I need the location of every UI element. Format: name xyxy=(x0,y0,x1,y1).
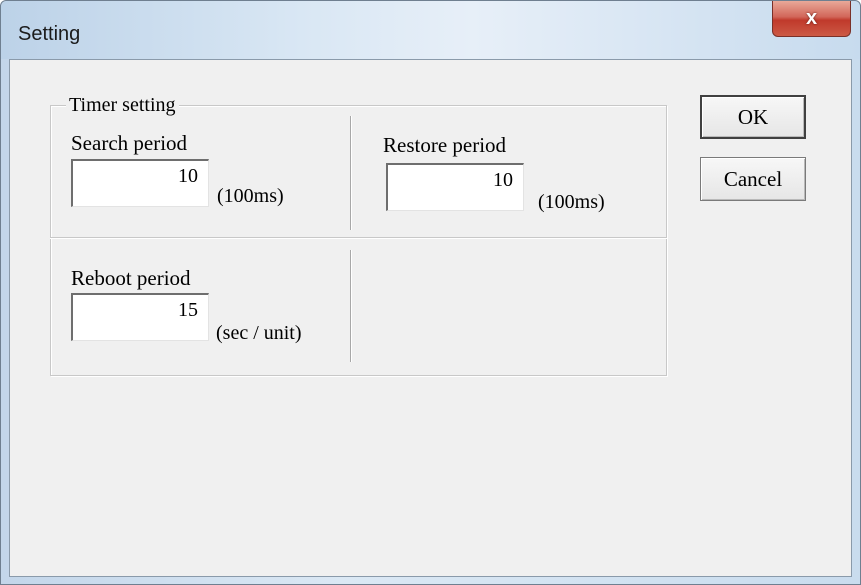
reboot-period-input[interactable] xyxy=(71,293,209,341)
group-column-divider-bottom xyxy=(350,250,352,362)
group-column-divider-top xyxy=(350,116,352,230)
title-bar[interactable]: Setting x xyxy=(1,1,860,59)
close-icon: x xyxy=(805,7,818,29)
restore-period-input[interactable] xyxy=(386,163,524,211)
dialog-client-area: Timer setting Search period (100ms) Rest… xyxy=(9,59,852,577)
setting-dialog: Setting x Timer setting Search period (1… xyxy=(0,0,861,585)
search-period-input[interactable] xyxy=(71,159,209,207)
search-period-unit: (100ms) xyxy=(217,185,284,207)
search-period-label: Search period xyxy=(71,131,188,155)
restore-period-label: Restore period xyxy=(383,133,507,157)
reboot-period-unit: (sec / unit) xyxy=(216,322,302,344)
window-title: Setting xyxy=(18,23,81,45)
cancel-button[interactable]: Cancel xyxy=(700,157,806,201)
close-button[interactable]: x xyxy=(772,1,851,37)
reboot-period-label: Reboot period xyxy=(71,266,191,290)
group-row-divider xyxy=(50,237,667,239)
timer-setting-legend: Timer setting xyxy=(66,94,179,117)
ok-button[interactable]: OK xyxy=(700,95,806,139)
restore-period-unit: (100ms) xyxy=(538,191,605,213)
